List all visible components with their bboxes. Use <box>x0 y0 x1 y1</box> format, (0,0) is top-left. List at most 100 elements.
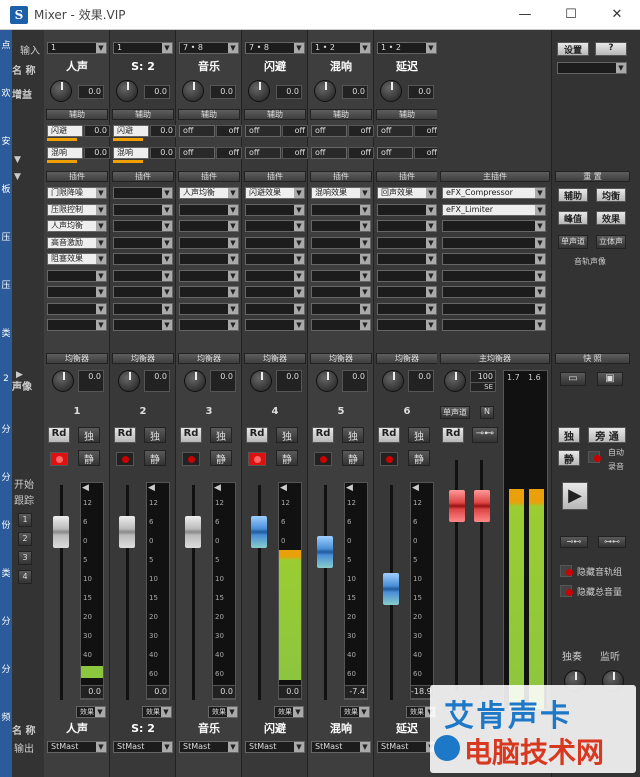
output-select[interactable]: StMast▼ <box>47 741 107 753</box>
master-insert-slot-1[interactable]: eFX_Compressor ▼ <box>442 187 546 199</box>
mute-all-button[interactable]: 静 <box>558 450 580 466</box>
insert-slot-5[interactable]: ▼ <box>377 253 437 265</box>
rd-button[interactable]: Rd <box>246 427 268 443</box>
input-select[interactable]: 1 ▼ <box>47 42 107 54</box>
gain-value[interactable]: 0.0 <box>408 85 434 99</box>
aux-send-0[interactable]: off <box>179 125 215 137</box>
insert-slot-8[interactable]: ▼ <box>377 302 437 315</box>
follow-button-3[interactable]: 3 <box>18 551 32 565</box>
insert-slot-7[interactable]: ▼ <box>47 286 107 298</box>
aux-send-value-0[interactable]: 0.0 <box>84 125 110 137</box>
maximize-button[interactable]: ☐ <box>548 7 594 22</box>
aux-send-value-1[interactable]: 0.0 <box>84 147 110 159</box>
mute-button[interactable]: 静 <box>408 450 430 466</box>
insert-slot-8[interactable]: ▼ <box>245 302 305 315</box>
reset-aux-button[interactable]: 辅助 <box>558 188 588 202</box>
insert-slot-3[interactable]: ▼ <box>179 220 239 232</box>
solo-all-button[interactable]: 独 <box>558 427 580 443</box>
rd-button[interactable]: Rd <box>114 427 136 443</box>
mono-button[interactable]: 单声道 <box>440 406 470 419</box>
insert-slot-7[interactable]: ▼ <box>245 286 305 298</box>
auto-record-checkbox[interactable] <box>588 451 601 463</box>
volume-fader[interactable] <box>185 516 201 548</box>
input-select[interactable]: 1 • 2 ▼ <box>311 42 371 54</box>
gain-knob[interactable] <box>248 80 270 102</box>
insert-slot-2[interactable]: 压限控制 ▼ <box>47 203 107 216</box>
rd-button[interactable]: Rd <box>180 427 202 443</box>
gain-knob[interactable] <box>380 80 402 102</box>
pan-value[interactable]: 0.0 <box>342 370 368 392</box>
input-select[interactable]: 7 • 8 ▼ <box>179 42 239 54</box>
pan-knob[interactable] <box>382 370 404 392</box>
follow-button-2[interactable]: 2 <box>18 532 32 546</box>
insert-slot-5[interactable]: ▼ <box>311 253 371 265</box>
effect-select[interactable]: 效果▼ <box>340 706 370 718</box>
effect-select[interactable]: 效果▼ <box>142 706 172 718</box>
aux-send-value-1[interactable]: 0.0 <box>150 147 176 159</box>
insert-slot-6[interactable]: ▼ <box>377 269 437 282</box>
reset-eq-button[interactable]: 均衡 <box>596 188 626 202</box>
mute-button[interactable]: 静 <box>78 450 100 466</box>
record-arm-button[interactable] <box>182 452 200 466</box>
insert-slot-4[interactable]: ▼ <box>245 236 305 249</box>
aux-send-1[interactable]: off <box>179 147 215 159</box>
rd-button[interactable]: Rd <box>312 427 334 443</box>
insert-slot-2[interactable]: ▼ <box>245 203 305 216</box>
aux-send-0[interactable]: off <box>245 125 281 137</box>
insert-slot-5[interactable]: ▼ <box>179 253 239 265</box>
master-insert-slot-2[interactable]: eFX_Limiter ▼ <box>442 203 546 216</box>
pan-value[interactable]: 0.0 <box>144 370 170 392</box>
insert-slot-4[interactable]: ▼ <box>311 236 371 249</box>
aux-send-1[interactable]: 混响 <box>113 147 149 159</box>
aux-send-value-0[interactable]: off <box>216 125 242 137</box>
insert-slot-7[interactable]: ▼ <box>113 286 173 298</box>
solo-button[interactable]: 独 <box>144 427 166 443</box>
insert-slot-1[interactable]: 门限降噪 ▼ <box>47 187 107 199</box>
insert-slot-6[interactable]: ▼ <box>245 269 305 282</box>
insert-slot-7[interactable]: ▼ <box>377 286 437 298</box>
insert-slot-2[interactable]: ▼ <box>311 203 371 216</box>
effect-select[interactable]: 效果▼ <box>274 706 304 718</box>
aux-send-1[interactable]: off <box>377 147 413 159</box>
help-button[interactable]: ? <box>595 42 627 56</box>
rd-button[interactable]: Rd <box>378 427 400 443</box>
insert-slot-9[interactable]: ▼ <box>311 319 371 331</box>
gain-value[interactable]: 0.0 <box>276 85 302 99</box>
insert-slot-9[interactable]: ▼ <box>179 319 239 331</box>
volume-fader[interactable] <box>383 573 399 605</box>
aux-send-1[interactable]: off <box>245 147 281 159</box>
n-button[interactable]: N <box>480 406 494 419</box>
output-select[interactable]: StMast▼ <box>377 741 437 753</box>
close-button[interactable]: ✕ <box>594 7 640 22</box>
gain-value[interactable]: 0.0 <box>210 85 236 99</box>
output-select[interactable]: StMast▼ <box>311 741 371 753</box>
aux-send-0[interactable]: 闪避 <box>47 125 83 137</box>
pan-value[interactable]: 0.0 <box>210 370 236 392</box>
aux-send-0[interactable]: off <box>377 125 413 137</box>
record-arm-button[interactable] <box>50 452 68 466</box>
record-arm-button[interactable] <box>248 452 266 466</box>
input-select[interactable]: 7 • 8 ▼ <box>245 42 305 54</box>
record-arm-button[interactable] <box>116 452 134 466</box>
gain-value[interactable]: 0.0 <box>342 85 368 99</box>
follow-button-1[interactable]: 1 <box>18 513 32 527</box>
master-insert-slot-4[interactable]: ▼ <box>442 236 546 249</box>
input-select[interactable]: 1 ▼ <box>113 42 173 54</box>
gain-knob[interactable] <box>314 80 336 102</box>
aux-send-value-1[interactable]: off <box>216 147 242 159</box>
open-folder-icon[interactable]: ▭ <box>560 372 586 386</box>
insert-slot-5[interactable]: ▼ <box>245 253 305 265</box>
input-select[interactable]: 1 • 2 ▼ <box>377 42 437 54</box>
master-fader-left[interactable] <box>449 490 465 522</box>
aux-send-value-0[interactable]: off <box>282 125 308 137</box>
mute-button[interactable]: 静 <box>210 450 232 466</box>
solo-button[interactable]: 独 <box>408 427 430 443</box>
insert-slot-9[interactable]: ▼ <box>47 319 107 331</box>
stereo-mode-button[interactable]: 立体声 <box>596 235 626 249</box>
bypass-button[interactable]: 旁 通 <box>588 427 626 443</box>
master-fader-right[interactable] <box>474 490 490 522</box>
pan-knob[interactable] <box>184 370 206 392</box>
reset-effect-button[interactable]: 效果 <box>596 211 626 225</box>
effect-select[interactable]: 效果▼ <box>76 706 106 718</box>
master-insert-slot-8[interactable]: ▼ <box>442 302 546 315</box>
